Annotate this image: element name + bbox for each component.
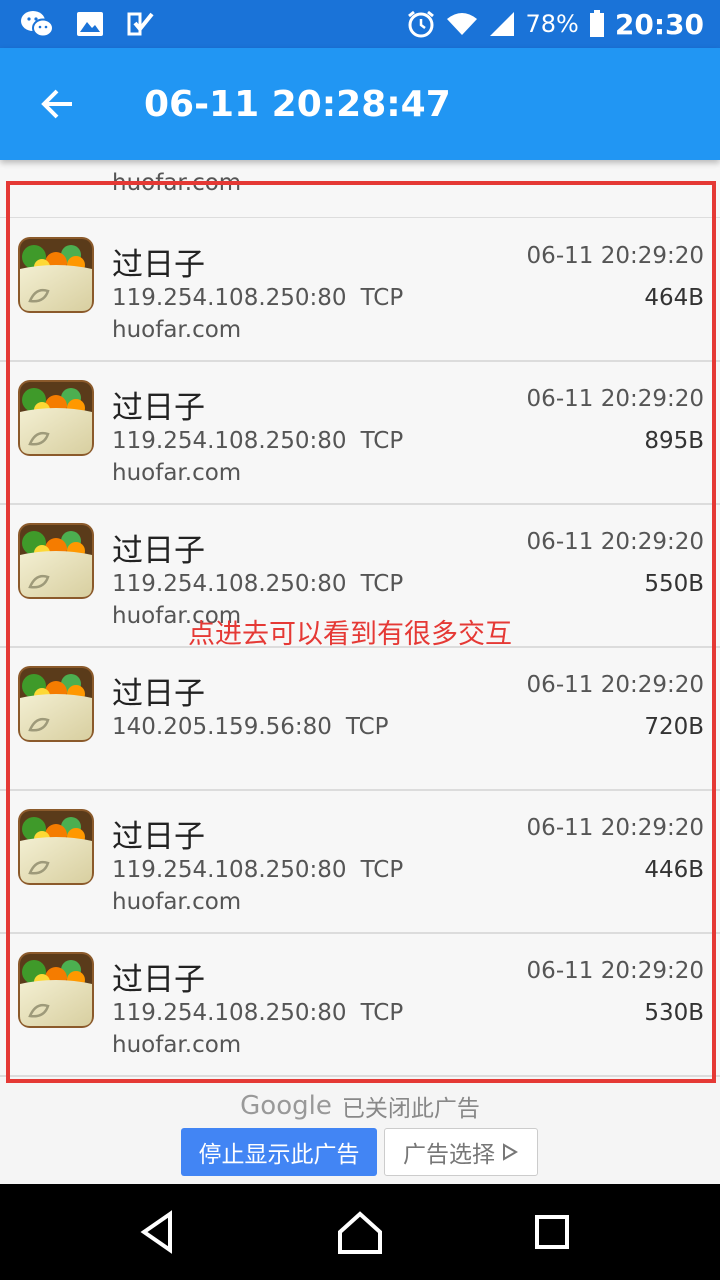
app-name: 过日子 <box>112 247 205 283</box>
partial-domain: huofar.com <box>112 170 242 196</box>
signal-icon <box>489 12 514 36</box>
status-bar: 78% 20:30 <box>0 0 720 48</box>
ip-address: 119.254.108.250:80 TCP <box>112 1000 403 1026</box>
data-size: 530B <box>644 1000 704 1026</box>
back-button[interactable] <box>30 76 86 132</box>
page-title: 06-11 20:28:47 <box>144 83 451 125</box>
ip-address: 119.254.108.250:80 TCP <box>112 428 403 454</box>
ip-value: 119.254.108.250:80 <box>112 857 347 883</box>
domain: huofar.com <box>112 460 242 486</box>
alarm-icon <box>407 10 434 38</box>
check-task-icon <box>127 12 154 36</box>
protocol: TCP <box>345 714 389 740</box>
domain: huofar.com <box>112 1032 242 1058</box>
home-icon[interactable] <box>332 1204 388 1260</box>
app-name: 过日子 <box>112 819 205 855</box>
ip-value: 119.254.108.250:80 <box>112 428 347 454</box>
protocol: TCP <box>360 571 404 597</box>
app-name: 过日子 <box>112 390 205 426</box>
app-icon <box>18 666 94 742</box>
list-item[interactable]: 过日子 119.254.108.250:80 TCP huofar.com 06-… <box>0 934 720 1077</box>
battery-icon <box>589 10 604 37</box>
wechat-icon <box>21 11 54 38</box>
list-item[interactable]: 过日子 119.254.108.250:80 TCP huofar.com 06-… <box>0 362 720 505</box>
protocol: TCP <box>360 857 404 883</box>
ip-value: 119.254.108.250:80 <box>112 571 347 597</box>
app-icon <box>18 380 94 456</box>
ip-address: 119.254.108.250:80 TCP <box>112 857 403 883</box>
ad-choices-button[interactable]: 广告选择 <box>384 1128 538 1176</box>
data-size: 446B <box>644 857 704 883</box>
protocol: TCP <box>360 428 404 454</box>
timestamp: 06-11 20:29:20 <box>526 386 704 412</box>
domain: huofar.com <box>112 889 242 915</box>
battery-percent: 78% <box>525 10 579 38</box>
stop-ad-button[interactable]: 停止显示此广告 <box>181 1128 377 1176</box>
ip-address: 119.254.108.250:80 TCP <box>112 285 403 311</box>
data-size: 464B <box>644 285 704 311</box>
ip-address: 140.205.159.56:80 TCP <box>112 714 389 740</box>
ip-value: 140.205.159.56:80 <box>112 714 332 740</box>
app-name: 过日子 <box>112 962 205 998</box>
wifi-icon <box>446 13 477 35</box>
status-time: 20:30 <box>614 7 704 41</box>
timestamp: 06-11 20:29:20 <box>526 243 704 269</box>
ip-value: 119.254.108.250:80 <box>112 285 347 311</box>
app-icon <box>18 523 94 599</box>
arrow-back-icon <box>41 89 72 119</box>
timestamp: 06-11 20:29:20 <box>526 672 704 698</box>
domain: huofar.com <box>112 317 242 343</box>
ad-choices-label: 广告选择 <box>403 1142 495 1168</box>
timestamp: 06-11 20:29:20 <box>526 815 704 841</box>
google-logo: Google <box>240 1091 332 1121</box>
system-nav-bar <box>0 1184 720 1280</box>
back-triangle-icon[interactable] <box>132 1204 188 1260</box>
timestamp: 06-11 20:29:20 <box>526 958 704 984</box>
app-name: 过日子 <box>112 533 205 569</box>
recents-icon[interactable] <box>524 1204 580 1260</box>
gallery-icon <box>77 12 103 36</box>
annotation-text: 点进去可以看到有很多交互 <box>188 619 512 650</box>
data-size: 720B <box>644 714 704 740</box>
app-bar: 06-11 20:28:47 <box>0 48 720 160</box>
timestamp: 06-11 20:29:20 <box>526 529 704 555</box>
ad-closed-text: 已关闭此广告 <box>341 1096 480 1122</box>
ad-banner: Google 已关闭此广告 停止显示此广告 广告选择 <box>0 1083 720 1184</box>
ad-choices-icon <box>503 1143 518 1161</box>
protocol: TCP <box>360 1000 404 1026</box>
app-name: 过日子 <box>112 676 205 712</box>
app-icon <box>18 237 94 313</box>
protocol: TCP <box>360 285 404 311</box>
data-size: 550B <box>644 571 704 597</box>
data-size: 895B <box>644 428 704 454</box>
ip-address: 119.254.108.250:80 TCP <box>112 571 403 597</box>
app-icon <box>18 809 94 885</box>
list-item[interactable]: 过日子 119.254.108.250:80 TCP huofar.com 06-… <box>0 791 720 934</box>
list-item[interactable]: 过日子 140.205.159.56:80 TCP 06-11 20:29:20 … <box>0 648 720 791</box>
app-icon <box>18 952 94 1028</box>
list-item[interactable]: 过日子 119.254.108.250:80 TCP huofar.com 06-… <box>0 219 720 362</box>
partial-list-item[interactable]: huofar.com <box>0 160 720 218</box>
ip-value: 119.254.108.250:80 <box>112 1000 347 1026</box>
